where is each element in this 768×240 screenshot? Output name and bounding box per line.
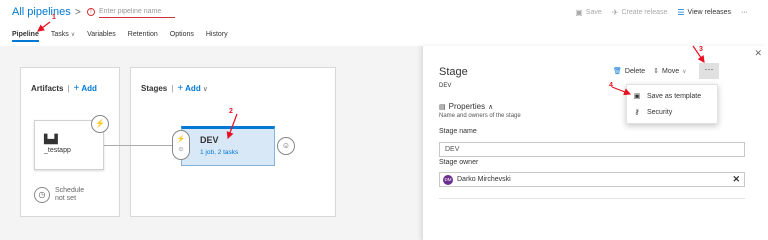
top-bar: All pipelines > ! ▣ Save ✈ Create releas… (0, 0, 768, 46)
schedule-line-2: not set (55, 195, 77, 202)
add-stage-label: Add (185, 84, 201, 93)
continuous-deployment-trigger-icon[interactable]: ⚡ (91, 115, 109, 133)
properties-description: Name and owners of the stage (439, 113, 521, 119)
stages-header: Stages | + Add ∨ (141, 82, 208, 94)
plus-icon: + (73, 82, 80, 94)
move-stage-button[interactable]: ⇕ Move ∨ (653, 67, 687, 76)
updown-icon: ⇕ (653, 68, 659, 75)
chevron-up-icon: ∧ (488, 103, 494, 111)
artifacts-title: Artifacts (31, 84, 64, 93)
artifact-name: _testapp (44, 147, 71, 154)
save-template-icon: ▣ (633, 93, 641, 100)
owner-name: Darko Mirchevski (457, 176, 511, 183)
artifact-stage-connector (104, 145, 174, 146)
tab-tasks-label: Tasks (50, 31, 69, 38)
tab-variables[interactable]: Variables (87, 31, 116, 41)
error-icon: ! (87, 8, 95, 16)
create-release-label: Create release (621, 9, 668, 16)
view-releases-label: View releases (687, 9, 731, 16)
stage-owner-field[interactable]: DM Darko Mirchevski ✕ (439, 172, 745, 187)
properties-header[interactable]: ▤ Properties ∧ (439, 102, 493, 111)
save-icon: ▣ (575, 8, 583, 17)
delete-label: Delete (624, 67, 646, 75)
menu-item-save-as-template[interactable]: ▣ Save as template (633, 92, 702, 101)
rocket-icon: ✈ (611, 8, 619, 17)
menu-item-label: Security (647, 108, 673, 116)
delete-stage-button[interactable]: 🗑 Delete (613, 67, 646, 76)
stage-more-button[interactable]: ··· (699, 63, 719, 79)
panel-actions: 🗑 Delete ⇕ Move ∨ (613, 67, 687, 76)
move-label: Move (662, 67, 680, 75)
annotation-label-2: 2 (229, 108, 233, 115)
separator: | (67, 84, 70, 93)
properties-icon: ▤ (439, 103, 446, 111)
tab-options[interactable]: Options (170, 31, 194, 41)
tab-bar: Pipeline Tasks ∨ Variables Retention Opt… (12, 31, 228, 42)
trash-icon: 🗑 (613, 68, 622, 75)
annotation-label-4: 4 (609, 82, 613, 89)
clear-owner-icon[interactable]: ✕ (732, 174, 740, 185)
view-releases-button[interactable]: ☰ View releases (677, 8, 731, 17)
menu-item-security[interactable]: ⚷ Security (633, 108, 673, 117)
stage-card-jobs-link[interactable]: 1 job, 2 tasks (200, 149, 238, 156)
panel-title: Stage (439, 66, 468, 78)
build-icon: ▙▟ (44, 134, 58, 144)
schedule-trigger[interactable]: ◷ Schedule not set (34, 187, 84, 203)
breadcrumb-chevron-icon: > (75, 7, 81, 18)
stage-owner-label: Stage owner (439, 159, 479, 166)
post-deployment-conditions-icon[interactable]: ☺ (277, 137, 295, 155)
security-key-icon: ⚷ (634, 109, 640, 116)
breadcrumb-all-pipelines[interactable]: All pipelines (12, 6, 71, 18)
list-icon: ☰ (677, 8, 685, 17)
add-stage-button[interactable]: + Add ∨ (177, 82, 208, 94)
stage-properties-panel: ✕ Stage DEV 🗑 Delete ⇕ Move ∨ ··· ▤ Prop… (422, 46, 768, 240)
avatar: DM (443, 174, 453, 185)
add-artifact-button[interactable]: + Add (73, 82, 97, 94)
tab-pipeline[interactable]: Pipeline (12, 31, 39, 42)
save-label: Save (585, 9, 602, 16)
chevron-down-icon: ∨ (682, 68, 687, 75)
divider (439, 198, 745, 199)
clock-icon: ◷ (34, 187, 50, 203)
pre-deployment-conditions-icon[interactable]: ⚡ ☺ (172, 130, 190, 160)
chevron-down-icon: ∨ (70, 32, 76, 38)
add-artifact-label: Add (81, 84, 97, 93)
chevron-down-icon: ∨ (202, 85, 208, 93)
header-actions: ▣ Save ✈ Create release ☰ View releases … (575, 8, 748, 17)
more-actions-button[interactable]: ··· (741, 9, 748, 16)
panel-subtitle: DEV (439, 83, 452, 89)
schedule-line-1: Schedule (55, 187, 85, 194)
close-icon[interactable]: ✕ (754, 48, 762, 59)
stage-name-input[interactable] (439, 142, 745, 157)
stages-title: Stages (141, 84, 168, 93)
annotation-label-3: 3 (699, 46, 703, 53)
stage-card-title: DEV (200, 135, 219, 145)
schedule-text: Schedule not set (55, 187, 84, 203)
tab-history[interactable]: History (206, 31, 228, 41)
stage-name-label: Stage name (439, 128, 477, 135)
save-button[interactable]: ▣ Save (575, 8, 602, 17)
stage-context-menu: ▣ Save as template ⚷ Security (626, 84, 718, 124)
separator: | (171, 84, 174, 93)
more-icon: ··· (741, 9, 748, 16)
plus-icon: + (177, 82, 184, 94)
annotation-label-1: 1 (52, 14, 56, 21)
properties-label: Properties (448, 102, 486, 111)
pipeline-name-input[interactable] (99, 6, 175, 18)
menu-item-label: Save as template (647, 92, 702, 100)
artifacts-header: Artifacts | + Add (31, 82, 97, 94)
tab-retention[interactable]: Retention (128, 31, 158, 41)
tab-tasks[interactable]: Tasks ∨ (51, 31, 75, 41)
stage-card-dev[interactable]: DEV 1 job, 2 tasks (181, 126, 275, 166)
create-release-button[interactable]: ✈ Create release (612, 8, 668, 17)
